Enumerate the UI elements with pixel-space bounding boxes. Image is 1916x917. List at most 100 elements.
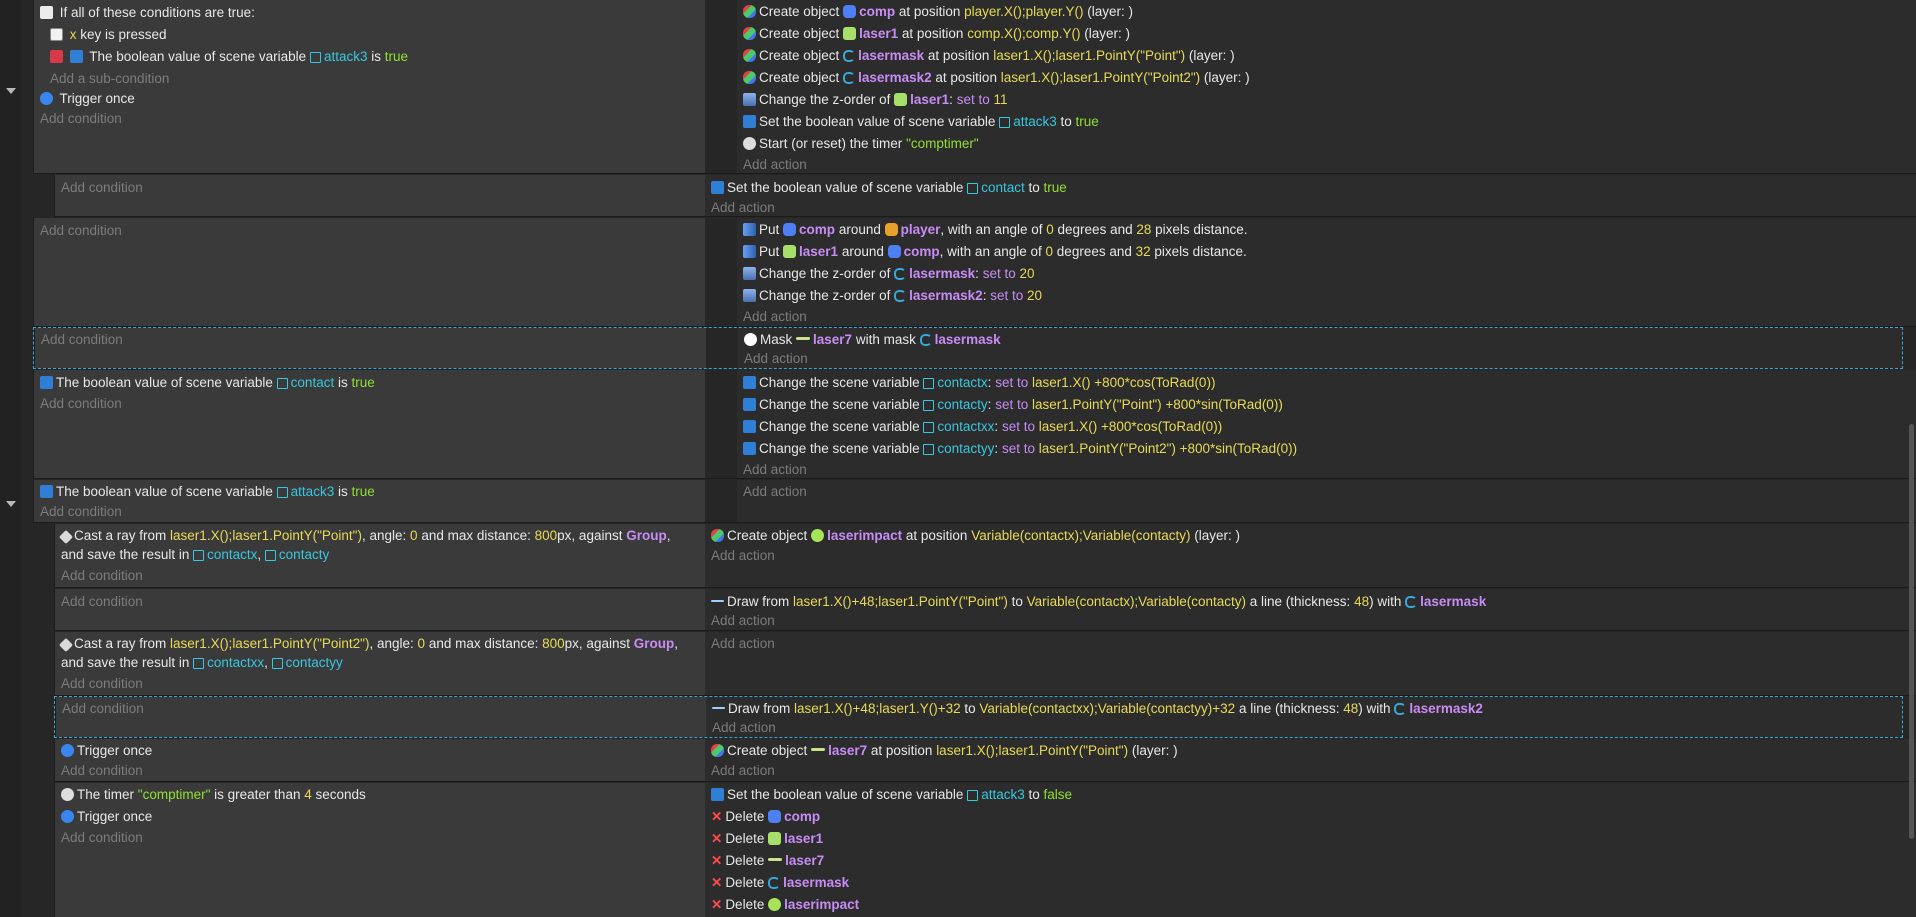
condition-trigger-once[interactable]: Trigger once xyxy=(61,740,152,762)
action-delete-comp[interactable]: ✕ Delete comp xyxy=(711,806,820,828)
add-action-link[interactable]: Add action xyxy=(711,633,775,655)
event-6[interactable]: The boolean value of scene variable atta… xyxy=(33,480,1916,523)
event-9[interactable]: Cast a ray from laser1.X();laser1.PointY… xyxy=(54,632,1916,696)
add-action-link[interactable]: Add action xyxy=(743,459,807,481)
event-1[interactable]: If all of these conditions are true: x k… xyxy=(33,0,1916,174)
event-5[interactable]: The boolean value of scene variable cont… xyxy=(33,370,1916,479)
add-action-link[interactable]: Add action xyxy=(743,481,807,503)
event-7[interactable]: Cast a ray from laser1.X();laser1.PointY… xyxy=(54,524,1916,588)
action-start-timer[interactable]: Start (or reset) the timer "comptimer" xyxy=(743,133,979,155)
event-12[interactable]: The timer "comptimer" is greater than 4 … xyxy=(54,783,1916,917)
action-set-attack3-false[interactable]: Set the boolean value of scene variable … xyxy=(711,784,1072,806)
add-action-link[interactable]: Add action xyxy=(743,306,807,328)
action-draw-line-1[interactable]: Draw from laser1.X()+48;laser1.PointY("P… xyxy=(711,591,1486,613)
event-conditions[interactable]: Add condition xyxy=(33,218,705,326)
action-delete-laser1[interactable]: ✕ Delete laser1 xyxy=(711,828,823,850)
event-conditions[interactable]: The boolean value of scene variable atta… xyxy=(33,480,705,522)
add-action-link[interactable]: Add action xyxy=(711,197,775,219)
action-draw-line-2[interactable]: Draw from laser1.X()+48;laser1.Y()+32 to… xyxy=(712,698,1483,720)
event-conditions[interactable]: Cast a ray from laser1.X();laser1.PointY… xyxy=(54,524,705,587)
event-conditions[interactable]: Trigger once Add condition xyxy=(54,739,705,781)
condition-timer-greater[interactable]: The timer "comptimer" is greater than 4 … xyxy=(61,784,366,806)
add-condition-link[interactable]: Add condition xyxy=(61,673,143,695)
add-condition-link[interactable]: Add condition xyxy=(61,591,143,613)
action-put-comp[interactable]: Put comp around player, with an angle of… xyxy=(743,219,1247,241)
event-11[interactable]: Trigger once Add condition Create object… xyxy=(54,739,1916,782)
action-change-contactx[interactable]: Change the scene variable contactx: set … xyxy=(743,372,1215,394)
action-create-comp[interactable]: Create object comp at position player.X(… xyxy=(743,1,1133,23)
event-conditions[interactable]: Cast a ray from laser1.X();laser1.PointY… xyxy=(54,632,705,695)
action-create-lasermask[interactable]: Create object lasermask at position lase… xyxy=(743,45,1235,67)
event-actions[interactable]: Draw from laser1.X()+48;laser1.Y()+32 to… xyxy=(706,697,1902,737)
add-condition-link[interactable]: Add condition xyxy=(61,827,143,849)
add-action-link[interactable]: Add action xyxy=(712,717,776,739)
action-create-laserimpact[interactable]: Create object laserimpact at position Va… xyxy=(711,525,1240,547)
add-action-link[interactable]: Add action xyxy=(743,154,807,176)
add-condition-link[interactable]: Add condition xyxy=(40,220,122,242)
event-conditions[interactable]: Add condition xyxy=(54,175,705,216)
event-3[interactable]: Add condition Put comp around player, wi… xyxy=(33,218,1916,327)
add-subcondition-link[interactable]: Add a sub-condition xyxy=(50,68,169,90)
event-2[interactable]: Add condition Set the boolean value of s… xyxy=(54,175,1916,217)
condition-raycast-save[interactable]: and save the result in contactxx, contac… xyxy=(61,652,343,674)
condition-key-pressed[interactable]: x key is pressed xyxy=(50,24,167,46)
event-actions[interactable]: Add action xyxy=(705,632,1916,695)
add-condition-link[interactable]: Add condition xyxy=(41,329,123,351)
add-action-link[interactable]: Add action xyxy=(711,545,775,567)
condition-bool-contact[interactable]: The boolean value of scene variable cont… xyxy=(40,372,375,394)
action-change-contactyy[interactable]: Change the scene variable contactyy: set… xyxy=(743,438,1297,460)
event-actions[interactable]: Create object comp at position player.X(… xyxy=(737,0,1916,173)
condition-raycast-save[interactable]: and save the result in contactx, contact… xyxy=(61,544,329,566)
add-action-link[interactable]: Add action xyxy=(744,348,808,370)
condition-trigger-once[interactable]: Trigger once xyxy=(61,806,152,828)
action-zorder-lasermask[interactable]: Change the z-order of lasermask: set to … xyxy=(743,263,1035,285)
collapse-arrow-icon[interactable] xyxy=(6,88,16,94)
collapse-arrow-icon[interactable] xyxy=(6,501,16,507)
event-conditions[interactable]: Add condition xyxy=(54,589,705,630)
action-create-laser1[interactable]: Create object laser1 at position comp.X(… xyxy=(743,23,1130,45)
condition-bool-attack3[interactable]: The boolean value of scene variable atta… xyxy=(40,481,375,503)
event-actions[interactable]: Create object laser7 at position laser1.… xyxy=(705,739,1916,781)
event-actions[interactable]: Set the boolean value of scene variable … xyxy=(705,175,1916,216)
action-delete-laserimpact[interactable]: ✕ Delete laserimpact xyxy=(711,894,859,916)
event-actions[interactable]: Mask laser7 with mask lasermask Add acti… xyxy=(738,328,1902,368)
add-condition-link[interactable]: Add condition xyxy=(40,501,122,523)
action-delete-laser7[interactable]: ✕ Delete laser7 xyxy=(711,850,824,872)
action-create-laser7[interactable]: Create object laser7 at position laser1.… xyxy=(711,740,1178,762)
add-condition-link[interactable]: Add condition xyxy=(62,698,144,720)
event-actions[interactable]: Draw from laser1.X()+48;laser1.PointY("P… xyxy=(705,589,1916,630)
action-zorder-laser1[interactable]: Change the z-order of laser1: set to 11 xyxy=(743,89,1008,111)
event-8[interactable]: Add condition Draw from laser1.X()+48;la… xyxy=(54,589,1916,631)
condition-bool-attack3[interactable]: The boolean value of scene variable atta… xyxy=(50,46,408,68)
event-10[interactable]: Add condition Draw from laser1.X()+48;la… xyxy=(54,696,1903,738)
action-set-attack3-true[interactable]: Set the boolean value of scene variable … xyxy=(743,111,1099,133)
event-actions[interactable]: Set the boolean value of scene variable … xyxy=(705,783,1916,917)
add-condition-link[interactable]: Add condition xyxy=(61,760,143,782)
condition-if-all[interactable]: If all of these conditions are true: xyxy=(40,2,255,24)
action-zorder-lasermask2[interactable]: Change the z-order of lasermask2: set to… xyxy=(743,285,1042,307)
add-action-link[interactable]: Add action xyxy=(711,760,775,782)
action-put-laser1[interactable]: Put laser1 around comp, with an angle of… xyxy=(743,241,1247,263)
event-conditions[interactable]: Add condition xyxy=(55,697,706,737)
add-condition-link[interactable]: Add condition xyxy=(40,393,122,415)
add-condition-link[interactable]: Add condition xyxy=(61,177,143,199)
action-delete-lasermask[interactable]: ✕ Delete lasermask xyxy=(711,872,849,894)
event-actions[interactable]: Change the scene variable contactx: set … xyxy=(737,370,1916,478)
event-actions[interactable]: Create object laserimpact at position Va… xyxy=(705,524,1916,587)
add-condition-link[interactable]: Add condition xyxy=(61,565,143,587)
vertical-scrollbar[interactable] xyxy=(1909,424,1914,839)
action-change-contacty[interactable]: Change the scene variable contacty: set … xyxy=(743,394,1283,416)
event-actions[interactable]: Put comp around player, with an angle of… xyxy=(737,218,1916,326)
event-conditions[interactable]: Add condition xyxy=(34,328,706,368)
event-actions[interactable]: Add action xyxy=(737,480,1916,522)
add-action-link[interactable]: Add action xyxy=(711,610,775,632)
condition-trigger-once[interactable]: Trigger once xyxy=(40,88,135,110)
add-condition-link[interactable]: Add condition xyxy=(40,108,122,130)
action-create-lasermask2[interactable]: Create object lasermask2 at position las… xyxy=(743,67,1250,89)
event-conditions[interactable]: The boolean value of scene variable cont… xyxy=(33,370,705,478)
action-change-contactxx[interactable]: Change the scene variable contactxx: set… xyxy=(743,416,1222,438)
event-conditions[interactable]: If all of these conditions are true: x k… xyxy=(33,0,705,173)
action-set-contact-true[interactable]: Set the boolean value of scene variable … xyxy=(711,177,1067,199)
event-conditions[interactable]: The timer "comptimer" is greater than 4 … xyxy=(54,783,705,917)
event-4[interactable]: Add condition Mask laser7 with mask lase… xyxy=(33,327,1903,369)
